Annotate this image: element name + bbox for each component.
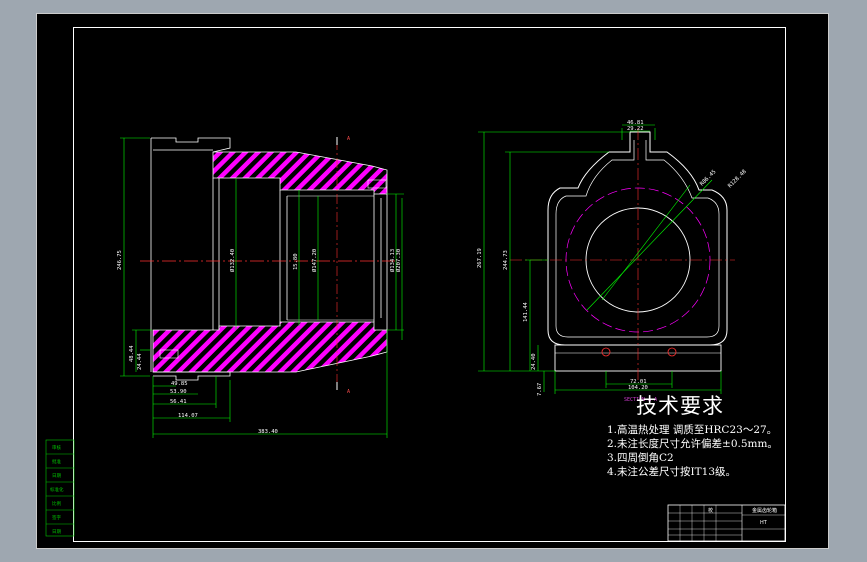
dim-v-3: 24.44 <box>137 353 143 370</box>
dim-h-1: 49.85 <box>171 381 188 387</box>
dim-rv-3: 141.44 <box>523 301 529 322</box>
dim-d-1: Ø132.40 <box>229 249 236 272</box>
dim-v-2: 48.44 <box>129 345 135 362</box>
dim-v-1: 246.75 <box>117 250 123 270</box>
drawing-canvas: 246.75 48.44 24.44 Ø132.40 15.80 Ø147.20… <box>36 13 829 549</box>
technical-requirements-title: 技术要求 <box>636 394 724 418</box>
dim-top-2: 29.22 <box>627 126 644 132</box>
lower-hatch <box>152 321 388 373</box>
dim-h-5: 383.40 <box>258 429 278 435</box>
title-block-label-1: 校 <box>708 507 713 514</box>
stamp-4: 标准化 <box>50 486 64 493</box>
stamp-5: 比例 <box>52 500 61 507</box>
dim-d-5: Ø207.30 <box>395 249 402 272</box>
cad-viewport[interactable]: 246.75 48.44 24.44 Ø132.40 15.80 Ø147.20… <box>0 0 867 562</box>
requirement-item: 4.未注公差尺寸按IT13级。 <box>607 466 737 478</box>
front-view: 46.81 29.22 267.19 244.73 141.44 24.40 7… <box>477 120 748 403</box>
cut-marker-top: A <box>347 136 350 142</box>
title-block-label-3: HT <box>760 520 768 526</box>
dim-d-3: Ø147.20 <box>311 249 318 272</box>
requirement-item: 3.四周倒角C2 <box>607 452 674 464</box>
dim-rv-5: 7.67 <box>537 383 543 396</box>
dim-d-4: Ø134.13 <box>389 249 396 272</box>
dim-d-2: 15.80 <box>293 253 299 270</box>
upper-hatch <box>212 151 388 195</box>
title-block: 校 金属齿轮箱 HT <box>667 504 786 542</box>
dim-radial-1: R86.45 <box>699 169 717 187</box>
approval-stamp: 审核 批准 日期 标准化 比例 签字 日期 <box>45 439 75 537</box>
stamp-1: 审核 <box>52 444 61 451</box>
requirement-item: 2.未注长度尺寸允许偏差±0.5mm。 <box>607 438 778 450</box>
dim-h-2: 53.90 <box>170 389 187 395</box>
dim-h-4: 114.07 <box>178 413 198 419</box>
requirement-item: 1.高温热处理 调质至HRC23～27。 <box>607 424 778 436</box>
dim-rv-4: 24.40 <box>531 353 537 370</box>
dim-rv-1: 267.19 <box>477 248 483 268</box>
cut-marker-bottom: A <box>347 389 350 395</box>
stamp-6: 签字 <box>52 514 61 521</box>
stamp-3: 日期 <box>52 473 61 479</box>
section-view: 246.75 48.44 24.44 Ø132.40 15.80 Ø147.20… <box>117 136 404 438</box>
dim-rv-2: 244.73 <box>503 250 509 270</box>
stamp-2: 批准 <box>52 458 61 465</box>
dim-h-3: 56.41 <box>170 399 187 405</box>
stamp-7: 日期 <box>52 529 61 535</box>
title-block-label-2: 金属齿轮箱 <box>752 507 777 514</box>
dim-radial-2: R128.48 <box>727 169 748 190</box>
